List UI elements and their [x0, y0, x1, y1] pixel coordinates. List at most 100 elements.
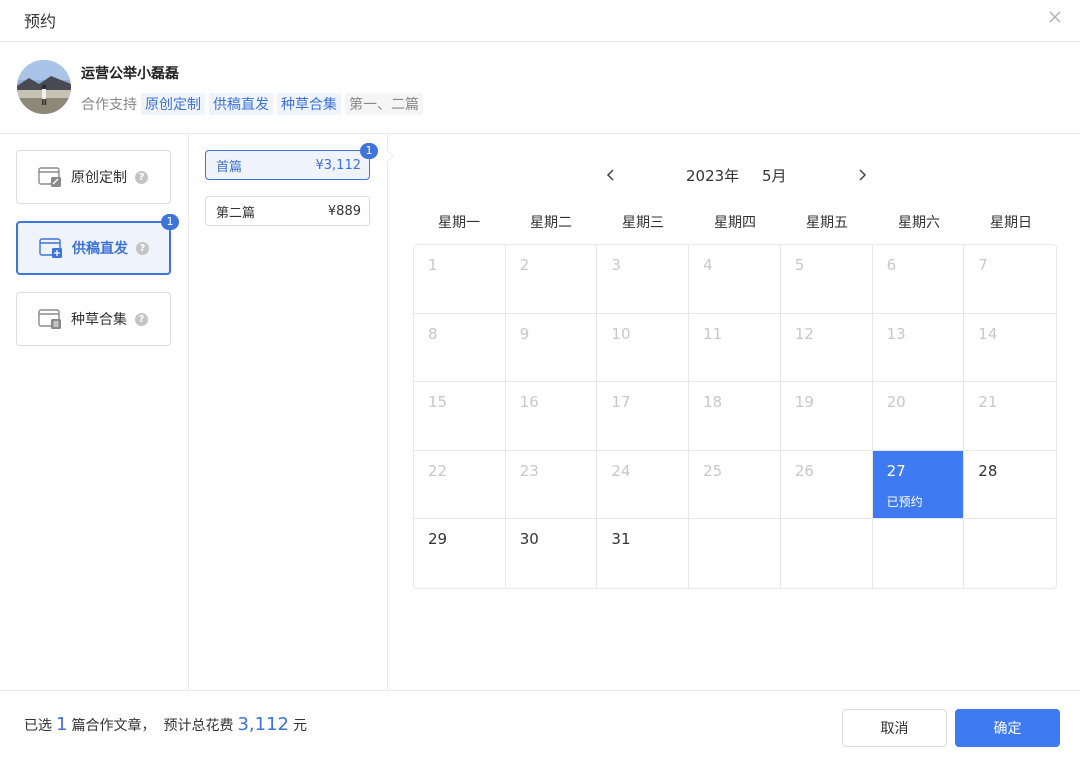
- article-label: 第二篇: [216, 205, 256, 221]
- day-number: 20: [886, 393, 906, 412]
- day-number: 30: [519, 530, 539, 549]
- calendar-day[interactable]: 31: [597, 519, 690, 588]
- type-card-collection[interactable]: 种草合集 ?: [16, 292, 171, 346]
- confirm-button[interactable]: 确定: [955, 709, 1060, 747]
- type-card-original[interactable]: 原创定制 ?: [16, 150, 171, 204]
- cancel-button[interactable]: 取消: [842, 709, 947, 747]
- calendar-day: 18: [689, 382, 781, 451]
- type-label: 原创定制: [71, 170, 127, 186]
- type-panel: 原创定制 ? 供稿直发 ? 1 种草合集 ?: [0, 134, 189, 690]
- cost-value: 3,112: [237, 714, 289, 735]
- day-number: 18: [703, 393, 723, 412]
- tag-original: 原创定制: [141, 93, 205, 115]
- cost-unit: 元: [292, 718, 307, 734]
- calendar-day: [873, 519, 965, 588]
- calendar-day: 1: [414, 245, 506, 314]
- calendar-day[interactable]: 28: [964, 451, 1056, 520]
- day-number: 9: [519, 324, 530, 343]
- calendar-day: 2: [505, 245, 598, 314]
- calendar-day: 22: [414, 450, 506, 520]
- chevron-left-icon[interactable]: [603, 164, 619, 186]
- weekday-header: 星期一 星期二 星期三 星期四 星期五 星期六 星期日: [413, 212, 1057, 232]
- weekday-label: 星期四: [714, 215, 756, 231]
- calendar-day: 9: [505, 313, 598, 383]
- calendar-day: 17: [597, 382, 690, 451]
- weekday-label: 星期二: [530, 215, 572, 231]
- calendar-nav: 2023年 5月: [388, 164, 1080, 186]
- selected-count: 1: [56, 714, 68, 735]
- article-panel: 首篇 ¥3,112 1 第二篇 ¥889: [189, 134, 388, 690]
- day-number: 28: [978, 461, 998, 480]
- calendar-day: 24: [597, 450, 690, 520]
- calendar-day[interactable]: 30: [506, 519, 598, 588]
- help-icon[interactable]: ?: [135, 170, 148, 184]
- cost-prefix: 预计总花费: [163, 718, 234, 734]
- weekday-label: 星期一: [438, 215, 480, 231]
- day-number: 26: [794, 461, 814, 480]
- booked-note: 已预约: [886, 494, 923, 509]
- calendar-day: 4: [689, 245, 781, 314]
- help-icon[interactable]: ?: [136, 241, 149, 255]
- calendar-day: [689, 519, 781, 588]
- calendar-day: 23: [505, 450, 598, 520]
- calendar-panel: 2023年 5月 星期一 星期二 星期三 星期四 星期五 星期六 星期日 123…: [388, 134, 1080, 690]
- day-number: 19: [794, 393, 814, 412]
- day-number: 31: [611, 530, 631, 549]
- day-number: 21: [978, 393, 998, 412]
- dialog-title: 预约: [24, 12, 57, 31]
- day-number: 17: [611, 393, 631, 412]
- article-price: ¥3,112: [315, 157, 362, 173]
- calendar-day[interactable]: 29: [414, 519, 506, 588]
- support-label: 合作支持: [81, 97, 137, 113]
- type-count-badge: 1: [161, 214, 179, 230]
- chevron-right-icon[interactable]: [854, 164, 870, 186]
- calendar-year[interactable]: 2023年: [686, 165, 739, 186]
- calendar-day: 10: [597, 313, 690, 383]
- article-item-first[interactable]: 首篇 ¥3,112: [205, 150, 370, 180]
- day-number: 13: [886, 324, 906, 343]
- type-card-direct[interactable]: 供稿直发 ?: [16, 221, 171, 275]
- calendar-day: 12: [780, 313, 873, 383]
- calendar-day: 13: [872, 313, 965, 383]
- weekday-label: 星期六: [898, 215, 940, 231]
- day-number: 22: [428, 461, 448, 480]
- day-number: 10: [611, 324, 631, 343]
- calendar-day: 26: [780, 450, 873, 520]
- day-number: 27: [886, 461, 906, 480]
- calendar-day: 7: [964, 245, 1056, 314]
- dialog-header: 预约: [0, 0, 1080, 42]
- type-label: 种草合集: [71, 312, 127, 328]
- calendar-day: [781, 519, 873, 588]
- type-label: 供稿直发: [72, 241, 128, 257]
- document-list-icon: [38, 309, 61, 329]
- article-item-second[interactable]: 第二篇 ¥889: [205, 196, 370, 226]
- selection-summary: 已选 1 篇合作文章， 预计总花费 3,112 元: [24, 714, 307, 735]
- article-price: ¥889: [327, 203, 361, 219]
- day-number: 1: [428, 256, 438, 274]
- calendar-day: 3: [597, 245, 690, 314]
- calendar-day[interactable]: 27 已预约: [872, 450, 965, 520]
- day-number: 8: [428, 324, 438, 343]
- day-number: 23: [519, 461, 539, 480]
- article-label: 首篇: [216, 159, 243, 175]
- support-tags: 合作支持 原创定制 供稿直发 种草合集 第一、二篇: [81, 93, 423, 115]
- tag-collection: 种草合集: [277, 93, 341, 115]
- calendar-day: 15: [414, 382, 506, 451]
- day-number: 16: [519, 393, 539, 412]
- summary-prefix: 已选: [24, 718, 52, 734]
- day-number: 7: [978, 256, 988, 274]
- weekday-label: 星期三: [622, 215, 664, 231]
- day-number: 3: [611, 256, 621, 274]
- avatar: [17, 60, 71, 114]
- calendar-day: [964, 519, 1056, 588]
- calendar-day: 11: [689, 313, 781, 383]
- calendar-month[interactable]: 5月: [762, 165, 787, 186]
- day-number: 24: [611, 461, 631, 480]
- close-icon[interactable]: [1046, 8, 1064, 26]
- calendar-day: 21: [964, 382, 1056, 451]
- day-number: 14: [978, 324, 998, 343]
- calendar-day: 8: [414, 313, 506, 383]
- calendar-day: 14: [964, 314, 1056, 383]
- day-number: 29: [428, 530, 448, 549]
- help-icon[interactable]: ?: [135, 312, 148, 326]
